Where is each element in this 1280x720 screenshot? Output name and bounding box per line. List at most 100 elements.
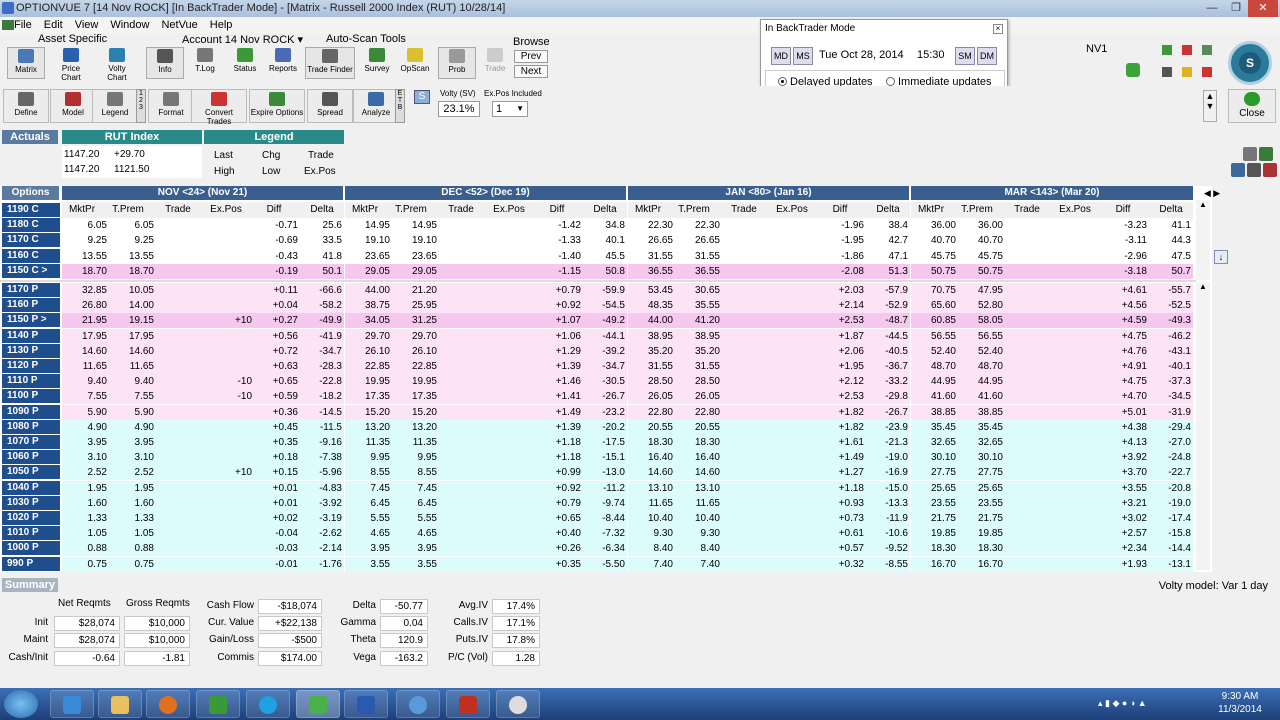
matrix-button[interactable]: Matrix (7, 47, 45, 79)
month-header-nov[interactable]: NOV <24> (Nov 21) (62, 186, 344, 200)
cell-tprem[interactable]: 1.05 (110, 526, 154, 541)
cell-tprem[interactable]: 9.25 (110, 233, 154, 248)
cell-diff[interactable]: -1.33 (537, 233, 581, 248)
immediate-radio[interactable] (886, 77, 895, 86)
put-row[interactable]: 1050 P 2.52 2.52 +10 +0.15 -5.96 8.55 8.55 +0.99… (0, 465, 1200, 481)
md-button[interactable]: MD (771, 47, 791, 65)
cell-diff[interactable]: +0.11 (254, 283, 298, 298)
cell-mktpr[interactable]: 70.75 (912, 283, 956, 298)
cell-mktpr[interactable]: 32.65 (912, 435, 956, 450)
cell-diff[interactable]: -1.15 (537, 264, 581, 279)
cell-mktpr[interactable]: 26.10 (346, 344, 390, 359)
cell-tprem[interactable]: 22.85 (393, 359, 437, 374)
cell-diff[interactable]: +0.01 (254, 496, 298, 511)
cell-delta[interactable]: -26.7 (864, 405, 908, 420)
taskbar-ie[interactable] (50, 690, 94, 718)
cell-diff[interactable]: +4.91 (1103, 359, 1147, 374)
cell-mktpr[interactable]: 18.30 (629, 435, 673, 450)
call-row[interactable]: 1150 C >18.70 18.70 -0.19 50.1 29.05 29.05 -1.… (0, 263, 1200, 279)
cell-diff[interactable]: +1.18 (537, 435, 581, 450)
cell-mktpr[interactable]: 7.40 (629, 557, 673, 572)
cell-delta[interactable]: -33.2 (864, 374, 908, 389)
cell-tprem[interactable]: 11.35 (393, 435, 437, 450)
refresh-icon[interactable] (1126, 63, 1140, 77)
cell-mktpr[interactable]: 35.20 (629, 344, 673, 359)
cell-delta[interactable]: -55.7 (1147, 283, 1191, 298)
cell-diff[interactable]: +1.95 (820, 359, 864, 374)
cell-delta[interactable]: -15.8 (1147, 526, 1191, 541)
cell-tprem[interactable]: 9.40 (110, 374, 154, 389)
cell-mktpr[interactable]: 9.40 (63, 374, 107, 389)
cell-delta[interactable]: -13.3 (864, 496, 908, 511)
cell-tprem[interactable]: 8.40 (676, 541, 720, 556)
grid-settings-icon[interactable] (1243, 147, 1257, 161)
cell-mktpr[interactable]: 13.10 (629, 481, 673, 496)
cell-mktpr[interactable]: 26.80 (63, 298, 107, 313)
cell-delta[interactable]: -49.3 (1147, 313, 1191, 328)
ms-button[interactable]: MS (793, 47, 813, 65)
cell-delta[interactable]: -30.5 (581, 374, 625, 389)
taskbar-optionvue[interactable] (296, 690, 340, 718)
cell-expos[interactable]: +10 (208, 313, 252, 328)
cell-mktpr[interactable]: 22.80 (629, 405, 673, 420)
cell-delta[interactable]: -54.5 (581, 298, 625, 313)
strike-label[interactable]: 1160 C (2, 248, 60, 263)
cell-delta[interactable]: -57.9 (864, 283, 908, 298)
cell-diff[interactable]: -0.71 (254, 218, 298, 233)
cell-mktpr[interactable]: 17.35 (346, 389, 390, 404)
taskbar-camera[interactable] (496, 690, 540, 718)
system-tray-icons[interactable]: ▴ ▮ ◆ ● ◑ ▲ (1098, 698, 1178, 710)
cell-delta[interactable]: -3.19 (298, 511, 342, 526)
cell-mktpr[interactable]: 52.40 (912, 344, 956, 359)
cell-tprem[interactable]: 13.10 (676, 481, 720, 496)
cell-delta[interactable]: -9.74 (581, 496, 625, 511)
menu-netvue[interactable]: NetVue (155, 17, 203, 33)
cell-diff[interactable]: +2.12 (820, 374, 864, 389)
cell-delta[interactable]: 41.8 (298, 249, 342, 264)
cell-mktpr[interactable]: 7.55 (63, 389, 107, 404)
strike-label[interactable]: 1070 P (2, 435, 60, 449)
cell-diff[interactable]: +0.99 (537, 465, 581, 480)
tlog-button[interactable]: T.Log (186, 47, 224, 79)
cell-expos[interactable]: -10 (208, 389, 252, 404)
cell-mktpr[interactable]: 9.95 (346, 450, 390, 465)
y-icon[interactable] (1162, 45, 1172, 55)
prob-button[interactable]: Prob (438, 47, 476, 79)
cell-delta[interactable]: -41.9 (298, 329, 342, 344)
cell-mktpr[interactable]: 3.95 (63, 435, 107, 450)
grid-layout-icon[interactable] (1231, 163, 1245, 177)
cell-diff[interactable]: +3.55 (1103, 481, 1147, 496)
cell-tprem[interactable]: 11.65 (110, 359, 154, 374)
cell-tprem[interactable]: 7.40 (676, 557, 720, 572)
cell-mktpr[interactable]: 22.85 (346, 359, 390, 374)
cell-delta[interactable]: -52.9 (864, 298, 908, 313)
strike-label[interactable]: 1170 C (2, 233, 60, 248)
s-button[interactable]: S (414, 90, 430, 104)
cell-delta[interactable]: 50.1 (298, 264, 342, 279)
cell-diff[interactable]: +3.21 (1103, 496, 1147, 511)
strike-label[interactable]: 1110 P (2, 374, 60, 389)
cell-mktpr[interactable]: 60.85 (912, 313, 956, 328)
cell-delta[interactable]: -28.3 (298, 359, 342, 374)
cell-delta[interactable]: -40.5 (864, 344, 908, 359)
cell-delta[interactable]: -5.96 (298, 465, 342, 480)
cell-diff[interactable]: +1.29 (537, 344, 581, 359)
cell-tprem[interactable]: 30.10 (959, 450, 1003, 465)
cell-mktpr[interactable]: 1.05 (63, 526, 107, 541)
cell-mktpr[interactable]: 23.55 (912, 496, 956, 511)
cell-delta[interactable]: 34.8 (581, 218, 625, 233)
cell-diff[interactable]: +0.02 (254, 511, 298, 526)
cell-diff[interactable]: +0.35 (537, 557, 581, 572)
cell-tprem[interactable]: 15.20 (393, 405, 437, 420)
cell-delta[interactable]: -13.0 (581, 465, 625, 480)
cell-mktpr[interactable]: 10.40 (629, 511, 673, 526)
cell-mktpr[interactable]: 18.70 (63, 264, 107, 279)
put-row[interactable]: 990 P 0.75 0.75 -0.01 -1.76 3.55 3.55 +0.35 -5.5… (0, 556, 1200, 572)
cell-mktpr[interactable]: 11.65 (629, 496, 673, 511)
cell-tprem[interactable]: 7.55 (110, 389, 154, 404)
cell-mktpr[interactable]: 28.50 (629, 374, 673, 389)
cell-diff[interactable]: +2.53 (820, 313, 864, 328)
cell-mktpr[interactable]: 3.55 (346, 557, 390, 572)
taskbar-explorer[interactable] (98, 690, 142, 718)
cell-diff[interactable]: +1.93 (1103, 557, 1147, 572)
